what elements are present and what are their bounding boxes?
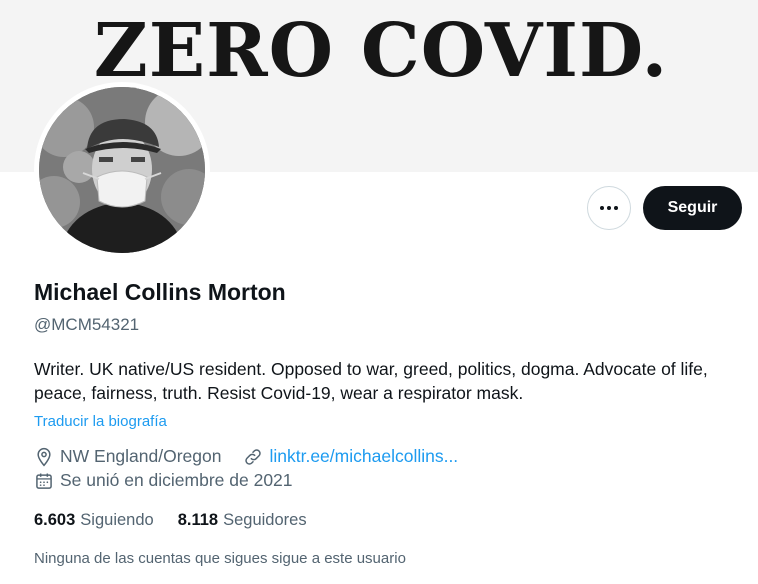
avatar[interactable] <box>39 87 205 253</box>
follow-button[interactable]: Seguir <box>643 186 742 230</box>
followers-link[interactable]: 8.118 Seguidores <box>178 511 307 530</box>
joined-text: Se unió en diciembre de 2021 <box>60 470 293 490</box>
calendar-icon <box>34 471 54 491</box>
profile-handle: @MCM54321 <box>34 315 140 334</box>
translate-bio-link[interactable]: Traducir la biografía <box>34 413 167 430</box>
more-dot-icon <box>607 206 611 210</box>
more-dot-icon <box>614 206 618 210</box>
website-link[interactable]: linktr.ee/michaelcollins... <box>269 446 458 467</box>
followers-label: Seguidores <box>223 511 307 529</box>
link-icon <box>243 447 263 467</box>
location-icon <box>34 447 54 467</box>
profile-meta-row: NW England/Oregon linktr.ee/michaelcolli… <box>34 446 458 467</box>
profile-joined-row: Se unió en diciembre de 2021 <box>34 470 293 491</box>
following-count: 6.603 <box>34 511 76 529</box>
followers-you-know-note: Ninguna de las cuentas que sigues sigue … <box>34 550 406 567</box>
more-options-button[interactable] <box>587 186 631 230</box>
avatar-border <box>34 82 210 258</box>
following-label: Siguiendo <box>80 511 154 529</box>
profile-bio: Writer. UK native/US resident. Opposed t… <box>34 359 708 403</box>
profile-stats: 6.603 Siguiendo 8.118 Seguidores <box>34 511 307 530</box>
avatar-photo <box>39 87 205 253</box>
following-link[interactable]: 6.603 Siguiendo <box>34 511 154 530</box>
profile-name: Michael Collins Morton <box>34 279 286 305</box>
location-text: NW England/Oregon <box>60 446 222 466</box>
followers-count: 8.118 <box>177 511 219 529</box>
more-dot-icon <box>600 206 604 210</box>
